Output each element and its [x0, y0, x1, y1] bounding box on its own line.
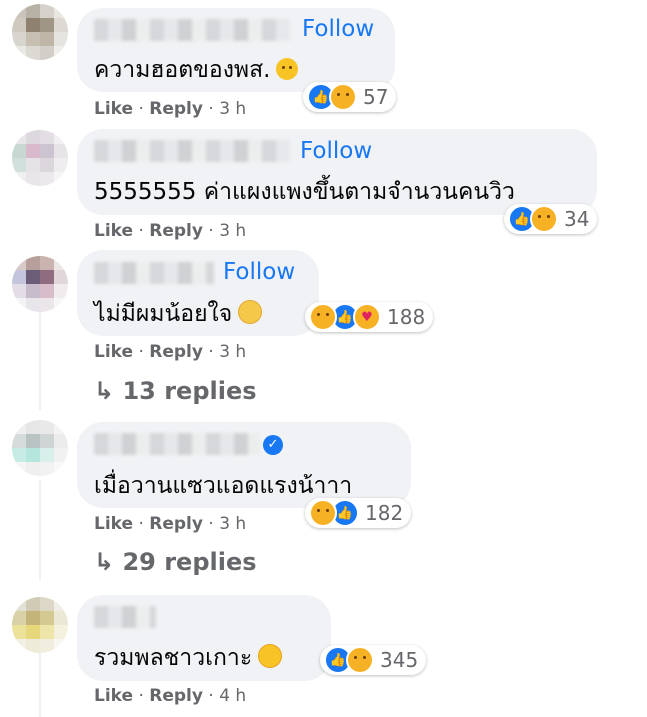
reaction-count: 57	[363, 85, 389, 109]
reaction-summary[interactable]: 👍 182	[305, 498, 412, 528]
view-replies-link[interactable]: ↳ 13 replies	[94, 377, 257, 405]
avatar[interactable]	[12, 4, 68, 60]
haha-reaction-icon	[309, 499, 337, 527]
avatar[interactable]	[12, 420, 68, 476]
commenter-name-blurred[interactable]	[94, 606, 156, 628]
reply-arrow-icon: ↳	[94, 548, 115, 576]
like-link[interactable]: Like	[94, 686, 133, 706]
like-link[interactable]: Like	[94, 342, 133, 362]
avatar[interactable]	[12, 256, 68, 312]
comment-actions: Like · Reply · 3 h	[94, 342, 247, 362]
avatar[interactable]	[12, 130, 68, 186]
sweat-face-emoji-icon	[238, 300, 263, 324]
thread-line	[39, 310, 41, 410]
view-replies-link[interactable]: ↳ 29 replies	[94, 548, 257, 576]
care-reaction-icon: ♥	[353, 303, 381, 331]
reply-link[interactable]: Reply	[149, 342, 203, 362]
commenter-name-blurred[interactable]	[94, 433, 260, 455]
comment-text-content: รวมพลชาวเกาะ	[94, 645, 253, 671]
reaction-summary[interactable]: 👍 57	[303, 82, 397, 112]
reply-link[interactable]: Reply	[149, 514, 203, 534]
follow-button[interactable]: Follow	[302, 16, 374, 42]
comment-time: 3 h	[219, 221, 247, 241]
reaction-summary[interactable]: 👍 34	[504, 204, 598, 234]
reaction-summary[interactable]: 👍 345	[320, 645, 427, 675]
avatar[interactable]	[12, 597, 68, 653]
like-link[interactable]: Like	[94, 221, 133, 241]
comment-text: ไม่มีผมน้อยใจ	[94, 296, 263, 332]
haha-reaction-icon	[329, 83, 357, 111]
reply-link[interactable]: Reply	[149, 221, 203, 241]
laughing-emoji-icon	[276, 58, 299, 80]
reaction-count: 182	[365, 501, 404, 525]
thread-line	[39, 650, 41, 717]
comment-time: 3 h	[219, 514, 247, 534]
commenter-name-blurred[interactable]	[94, 19, 290, 41]
follow-button[interactable]: Follow	[223, 259, 295, 285]
replies-count: 29 replies	[122, 548, 257, 576]
comment-time: 3 h	[219, 99, 247, 119]
thread-line	[39, 480, 41, 580]
commenter-name-blurred[interactable]	[94, 140, 290, 162]
reply-link[interactable]: Reply	[149, 99, 203, 119]
comment-text: รวมพลชาวเกาะ	[94, 640, 283, 676]
replies-count: 13 replies	[122, 377, 257, 405]
reaction-count: 345	[380, 648, 419, 672]
comment-time: 4 h	[219, 686, 247, 706]
like-link[interactable]: Like	[94, 514, 133, 534]
verified-badge-icon: ✓	[263, 435, 283, 455]
reaction-count: 188	[387, 305, 426, 329]
hand-over-mouth-emoji-icon	[258, 644, 283, 668]
comment-time: 3 h	[219, 342, 247, 362]
reply-arrow-icon: ↳	[94, 377, 115, 405]
comment-text: ความฮอตของพส.	[94, 52, 299, 88]
follow-button[interactable]: Follow	[300, 138, 372, 164]
reaction-count: 34	[564, 207, 590, 231]
comment-actions: Like · Reply · 3 h	[94, 514, 247, 534]
like-link[interactable]: Like	[94, 99, 133, 119]
haha-reaction-icon	[530, 205, 558, 233]
comment-actions: Like · Reply · 3 h	[94, 99, 247, 119]
comment-text-content: ไม่มีผมน้อยใจ	[94, 301, 233, 327]
reply-link[interactable]: Reply	[149, 686, 203, 706]
haha-reaction-icon	[346, 646, 374, 674]
commenter-name-blurred[interactable]	[94, 262, 214, 284]
comment-text-content: ความฮอตของพส.	[94, 57, 271, 83]
haha-reaction-icon	[309, 303, 337, 331]
comment-actions: Like · Reply · 4 h	[94, 686, 247, 706]
comment-text: 5555555 ค่าแผงแพงขึ้นตามจำนวนคนวิว	[94, 179, 515, 205]
reaction-summary[interactable]: 👍 ♥ 188	[305, 302, 434, 332]
comment-actions: Like · Reply · 3 h	[94, 221, 247, 241]
